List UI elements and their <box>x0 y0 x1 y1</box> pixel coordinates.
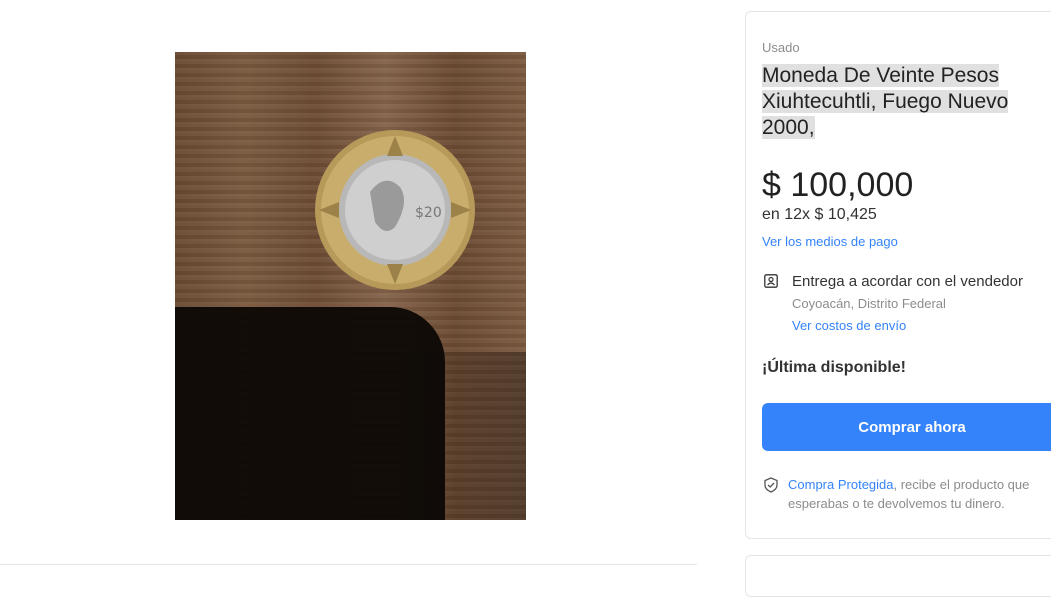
price: $ 100,000 <box>762 166 914 204</box>
protected-purchase-link[interactable]: Compra Protegida <box>788 477 894 492</box>
payment-methods-link[interactable]: Ver los medios de pago <box>762 234 898 249</box>
product-title-text: Moneda De Veinte Pesos Xiuhtecuhtli, Fue… <box>762 64 1009 139</box>
coin-image: $20 <box>315 130 475 290</box>
product-title: Moneda De Veinte Pesos Xiuhtecuhtli, Fue… <box>762 63 1032 141</box>
shipping-title: Entrega a acordar con el vendedor <box>792 273 1023 290</box>
product-gallery: $20 <box>0 0 697 566</box>
product-photo[interactable]: $20 <box>175 52 526 520</box>
svg-text:$20: $20 <box>415 205 442 221</box>
stock-status: ¡Última disponible! <box>762 359 906 376</box>
secondary-box <box>745 555 1051 597</box>
buy-now-button[interactable]: Comprar ahora <box>762 403 1051 451</box>
shipping-location: Coyoacán, Distrito Federal <box>792 296 946 311</box>
shipping-costs-link[interactable]: Ver costos de envío <box>792 318 906 333</box>
protection-note: Compra Protegida, recibe el producto que… <box>788 475 1051 513</box>
condition-label: Usado <box>762 40 800 55</box>
shield-check-icon <box>764 477 778 493</box>
person-card-icon <box>764 274 778 288</box>
installments: en 12x $ 10,425 <box>762 206 877 223</box>
buy-box: Usado Moneda De Veinte Pesos Xiuhtecuhtl… <box>745 11 1051 539</box>
gallery-divider <box>0 564 697 565</box>
